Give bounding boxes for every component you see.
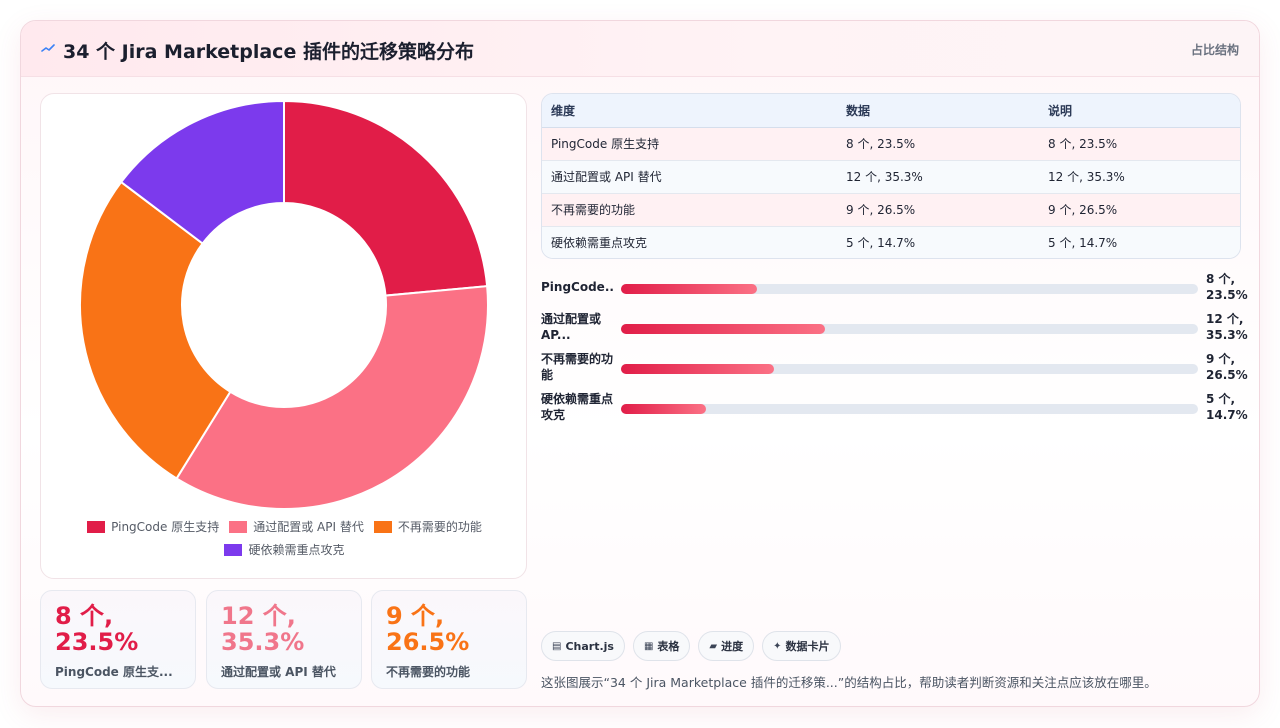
table-header-row: 维度 数据 说明: [542, 94, 1240, 128]
progress-value: 9 个, 26.5%: [1206, 352, 1248, 382]
donut-chart: [79, 99, 489, 510]
chip-chartjs[interactable]: ▤ Chart.js: [541, 631, 625, 661]
stat-value: 9 个, 26.5%: [386, 602, 470, 656]
legend-swatch: [224, 543, 243, 556]
chip-label: 表格: [657, 640, 680, 653]
legend-label: 通过配置或 API 替代: [253, 520, 364, 534]
stat-value: 8 个, 23.5%: [55, 602, 139, 656]
table-icon: ▦: [643, 640, 654, 652]
chart-legend: PingCode 原生支持 通过配置或 API 替代 不再需要的功能 硬依赖需重…: [61, 518, 508, 558]
progress-row: 通过配置或 AP... 12 个, 35.3%: [541, 312, 1248, 355]
stat-card: 9 个, 26.5% 不再需要的功能: [371, 590, 527, 689]
table-cell: 9 个, 26.5%: [1039, 192, 1240, 226]
progress-row: 硬依赖需重点攻克 5 个, 14.7%: [541, 392, 1248, 435]
chip-table[interactable]: ▦ 表格: [632, 631, 691, 661]
chip-progress[interactable]: ▰ 进度: [698, 631, 755, 661]
table-header: 说明: [1039, 94, 1240, 128]
stat-label: 不再需要的功能: [386, 665, 471, 679]
legend-swatch: [87, 520, 106, 533]
table-row: 不再需要的功能 9 个, 26.5% 9 个, 26.5%: [542, 192, 1240, 226]
legend-label: PingCode 原生支持: [111, 520, 220, 534]
progress-label: PingCode...: [541, 280, 615, 294]
legend-item[interactable]: 不再需要的功能: [373, 518, 482, 535]
table-cell: 通过配置或 API 替代: [542, 159, 837, 193]
table-row: 通过配置或 API 替代 12 个, 35.3% 12 个, 35.3%: [542, 159, 1240, 193]
table-cell: 12 个, 35.3%: [837, 159, 1039, 193]
stat-label: 通过配置或 API 替代: [221, 665, 336, 679]
chart-icon: ▤: [552, 640, 562, 652]
table-row: PingCode 原生支持 8 个, 23.5% 8 个, 23.5%: [542, 126, 1240, 160]
progress-label: 硬依赖需重点攻克: [541, 392, 614, 422]
chip-row: ▤ Chart.js ▦ 表格 ▰ 进度 ✦ 数据卡片: [541, 631, 841, 661]
table-header: 数据: [837, 94, 1039, 128]
legend-item[interactable]: 通过配置或 API 替代: [229, 518, 364, 535]
chip-data-cards[interactable]: ✦ 数据卡片: [762, 631, 841, 661]
progress-track: [621, 284, 1198, 294]
progress-label: 通过配置或 AP...: [541, 312, 602, 342]
progress-value: 8 个, 23.5%: [1206, 272, 1248, 302]
table-row: 硬依赖需重点攻克 5 个, 14.7% 5 个, 14.7%: [542, 225, 1240, 258]
progress-fill: [621, 324, 825, 334]
table-cell: 8 个, 23.5%: [1039, 126, 1240, 160]
table-cell: 9 个, 26.5%: [837, 192, 1039, 226]
legend-swatch: [373, 520, 392, 533]
progress-row: 不再需要的功能 9 个, 26.5%: [541, 352, 1248, 395]
legend-label: 不再需要的功能: [397, 520, 482, 534]
report-card: 34 个 Jira Marketplace 插件的迁移策略分布 占比结构 Pin…: [20, 20, 1260, 707]
table-cell: 12 个, 35.3%: [1039, 159, 1240, 193]
progress-value: 5 个, 14.7%: [1206, 392, 1248, 422]
legend-item[interactable]: PingCode 原生支持: [87, 518, 219, 535]
table-cell: 8 个, 23.5%: [837, 126, 1039, 160]
progress-track: [621, 404, 1198, 414]
legend-label: 硬依赖需重点攻克: [248, 543, 345, 557]
stat-label: PingCode 原生支...: [55, 665, 173, 679]
chip-label: 数据卡片: [785, 640, 830, 653]
table-cell: 5 个, 14.7%: [837, 225, 1039, 258]
card-header: 34 个 Jira Marketplace 插件的迁移策略分布 占比结构: [21, 21, 1259, 77]
table-cell: 不再需要的功能: [542, 192, 837, 226]
spark-icon: [41, 44, 55, 52]
donut-slice-1[interactable]: [283, 99, 489, 297]
progress-track: [621, 324, 1198, 334]
legend-swatch: [229, 520, 248, 533]
donut-chart-panel: PingCode 原生支持 通过配置或 API 替代 不再需要的功能 硬依赖需重…: [40, 93, 527, 579]
progress-fill: [621, 284, 757, 294]
legend-item[interactable]: 硬依赖需重点攻克: [224, 541, 345, 558]
page-title: 34 个 Jira Marketplace 插件的迁移策略分布: [63, 41, 474, 63]
progress-track: [621, 364, 1198, 374]
stat-card: 12 个, 35.3% 通过配置或 API 替代: [206, 590, 362, 689]
table-cell: PingCode 原生支持: [542, 126, 837, 160]
progress-label: 不再需要的功能: [541, 352, 614, 382]
progress-fill: [621, 404, 706, 414]
progress-row: PingCode... 8 个, 23.5%: [541, 272, 1248, 315]
progress-icon: ▰: [709, 640, 718, 652]
header-tag: 占比结构: [1190, 43, 1239, 57]
table-cell: 硬依赖需重点攻克: [542, 225, 837, 258]
chip-label: 进度: [721, 640, 744, 653]
data-table: 维度 数据 说明 PingCode 原生支持 8 个, 23.5% 8 个, 2…: [541, 93, 1241, 259]
progress-fill: [621, 364, 774, 374]
table-header: 维度: [542, 94, 837, 128]
progress-value: 12 个, 35.3%: [1206, 312, 1248, 342]
chart-footnote: 这张图展示“34 个 Jira Marketplace 插件的迁移策...”的结…: [541, 675, 1157, 690]
table-cell: 5 个, 14.7%: [1039, 225, 1240, 258]
stat-value: 12 个, 35.3%: [221, 602, 305, 656]
stat-card: 8 个, 23.5% PingCode 原生支...: [40, 590, 196, 689]
card-icon: ✦: [773, 640, 782, 652]
chip-label: Chart.js: [565, 639, 614, 653]
